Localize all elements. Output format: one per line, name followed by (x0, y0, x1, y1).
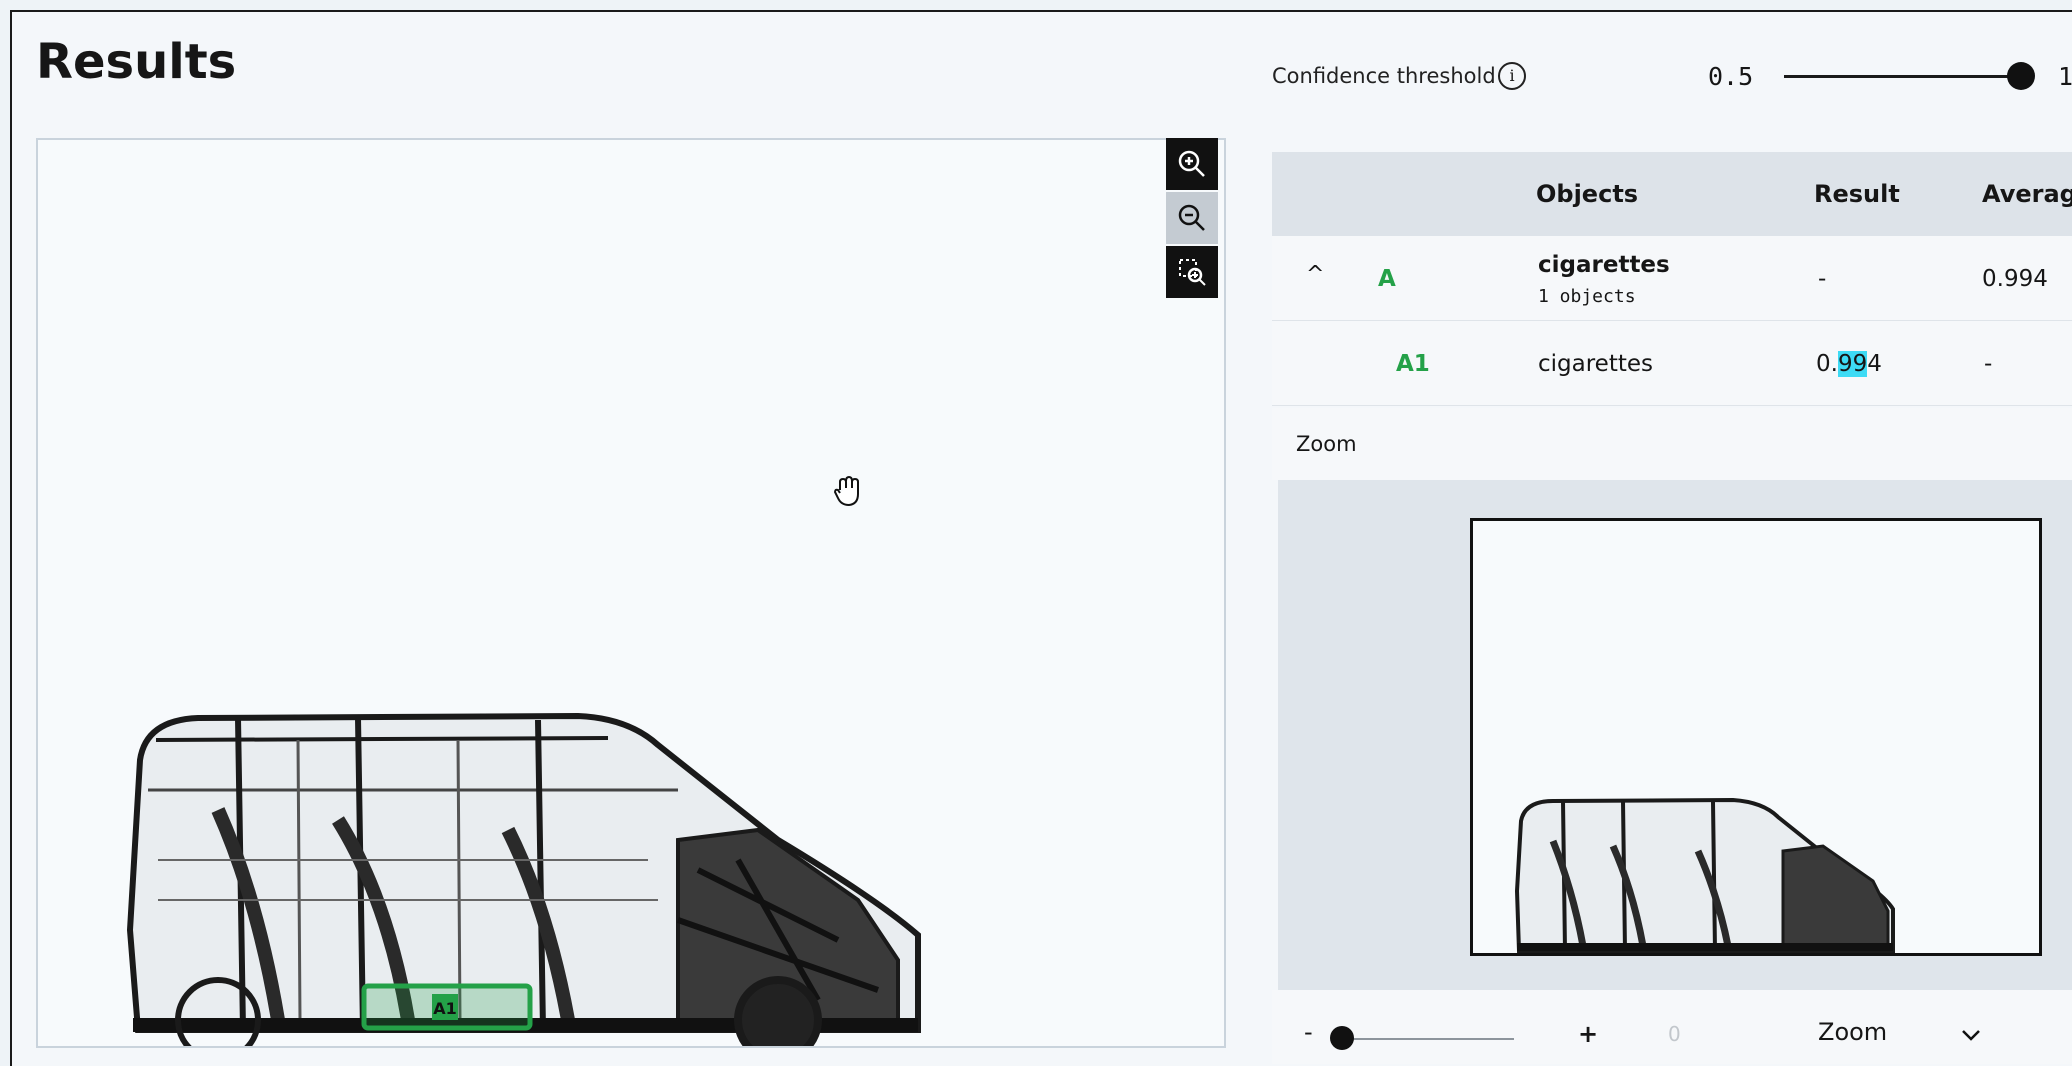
threshold-slider-track[interactable] (1784, 75, 2018, 78)
xray-image-viewer[interactable]: A1 (36, 138, 1226, 1064)
threshold-min-value: 0.5 (1708, 62, 1754, 91)
column-result: Result (1814, 180, 1900, 208)
group-count: 1 objects (1538, 286, 1636, 307)
item-average: - (1984, 351, 1993, 377)
zoom-value: 0 (1668, 1022, 1681, 1046)
zoom-dropdown[interactable]: Zoom (1818, 1018, 1887, 1046)
detection-label: A1 (433, 999, 457, 1018)
zoom-in-icon[interactable] (1166, 138, 1218, 190)
zoom-slider-handle[interactable] (1330, 1026, 1354, 1050)
zoom-viewport-frame[interactable] (1470, 518, 2042, 956)
vehicle-xray-image: A1 (126, 712, 921, 1064)
threshold-slider-handle[interactable] (2007, 62, 2035, 90)
zoom-section-header: Zoom (1272, 408, 2072, 480)
page-title: Results (36, 34, 237, 90)
zoom-thumbnail (1514, 797, 1895, 953)
column-objects: Objects (1536, 180, 1639, 208)
chevron-down-icon[interactable] (1960, 1028, 1982, 1042)
info-icon[interactable]: i (1498, 62, 1526, 90)
hand-grab-icon (832, 474, 864, 512)
column-average: Average (1982, 180, 2072, 208)
highlighted-text: 99 (1837, 351, 1868, 377)
zoom-slider-track[interactable] (1334, 1038, 1514, 1040)
item-result: 0.994 (1816, 351, 1882, 377)
zoom-out-icon[interactable] (1166, 192, 1218, 244)
zoom-minus-button[interactable]: - (1304, 1018, 1313, 1046)
item-name: cigarettes (1538, 351, 1653, 377)
group-id: A (1378, 266, 1396, 292)
group-average: 0.994 (1982, 266, 2048, 292)
zoom-controls: - + 0 Zoom (1272, 990, 2072, 1064)
item-id: A1 (1396, 351, 1430, 377)
table-row-group-a[interactable]: ^ A cigarettes 1 objects - 0.994 (1272, 236, 2072, 321)
zoom-title: Zoom (1296, 432, 1357, 456)
threshold-max-value: 1 (2058, 62, 2072, 91)
zoom-to-selection-icon[interactable] (1166, 246, 1218, 298)
zoom-plus-button[interactable]: + (1578, 1020, 1598, 1048)
chevron-up-icon[interactable]: ^ (1306, 262, 1324, 287)
table-row-a1[interactable]: A1 cigarettes 0.994 - (1272, 321, 2072, 406)
group-name: cigarettes (1538, 252, 1670, 278)
results-table: Objects Result Average ^ A cigarettes 1 … (1272, 152, 2072, 406)
table-header: Objects Result Average (1272, 152, 2072, 236)
confidence-threshold-label: Confidence threshold (1272, 64, 1496, 88)
group-result: - (1818, 266, 1827, 292)
